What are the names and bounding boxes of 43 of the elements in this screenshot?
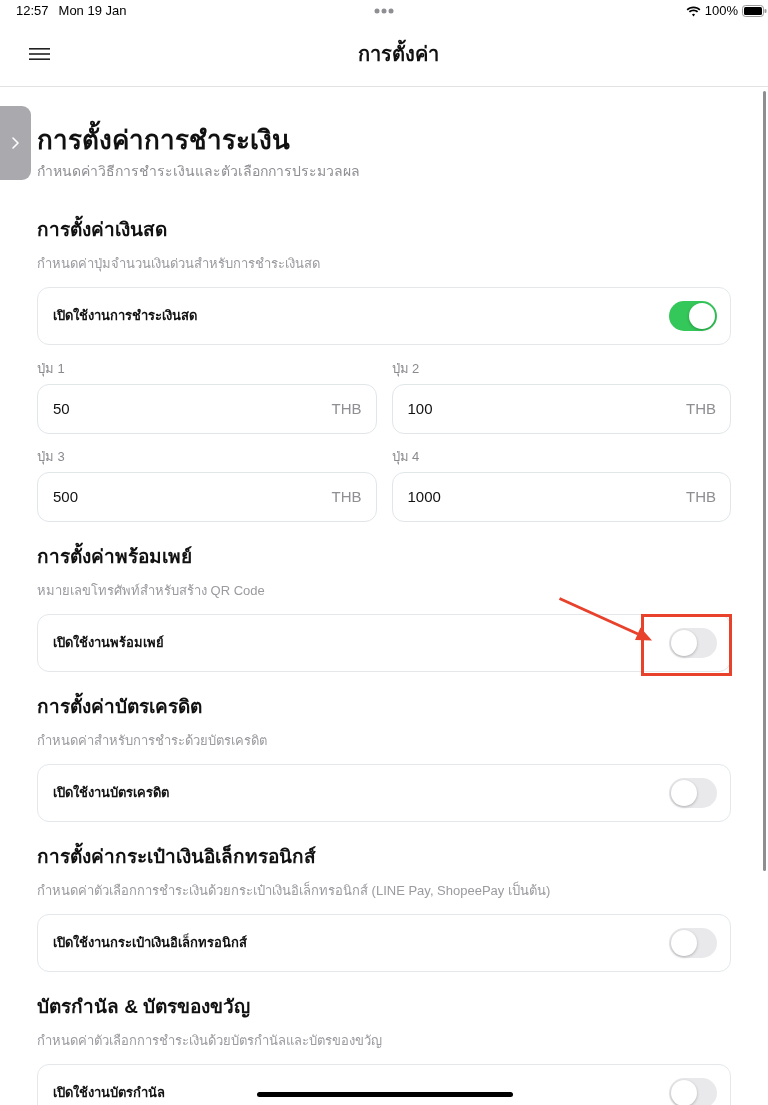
currency-unit: THB — [686, 399, 716, 419]
currency-unit: THB — [331, 399, 362, 419]
section-heading: บัตรกำนัล & บัตรของขวัญ — [37, 995, 252, 1020]
status-date: Mon 19 Jan — [58, 3, 127, 19]
toggle-label: เปิดใช้งานบัตรเครดิต — [53, 784, 169, 802]
chevron-right-icon — [12, 137, 19, 149]
toggle-label: เปิดใช้งานพร้อมเพย์ — [53, 634, 164, 652]
toggle-label: เปิดใช้งานบัตรกำนัล — [53, 1084, 165, 1102]
amount-input-field[interactable]: 500 THB — [37, 472, 377, 522]
toggle-label: เปิดใช้งานกระเป๋าเงินอิเล็กทรอนิกส์ — [53, 934, 247, 952]
section-heading: การตั้งค่าพร้อมเพย์ — [37, 544, 731, 570]
toggle-label: เปิดใช้งานการชำระเงินสด — [53, 307, 197, 325]
battery-percentage: 100% — [704, 3, 738, 19]
battery-icon — [742, 5, 767, 17]
toggle-switch[interactable] — [669, 928, 717, 958]
field-label: ปุ่ม 4 — [391, 448, 420, 466]
toggle-switch[interactable] — [669, 301, 717, 331]
toggle-switch[interactable] — [669, 778, 717, 808]
toggle-switch[interactable] — [669, 628, 717, 658]
section-heading: การตั้งค่าบัตรเครดิต — [37, 694, 731, 720]
field-label: ปุ่ม 1 — [37, 360, 65, 378]
field-label: ปุ่ม 2 — [391, 360, 420, 378]
toggle-switch[interactable] — [669, 1078, 717, 1105]
currency-unit: THB — [686, 487, 716, 507]
section-description: กำหนดค่าตัวเลือกการชำระเงินด้วยกระเป๋าเงินอิเล็กทรอนิกส์ (LINE Pay, ShopeePay เป็นต้น) — [37, 882, 552, 900]
menu-icon[interactable] — [29, 47, 50, 61]
amount-input-field[interactable]: 50 THB — [37, 384, 377, 434]
amount-input-field[interactable]: 100 THB — [391, 384, 731, 434]
section-description: กำหนดค่าตัวเลือกการชำระเงินด้วยบัตรกำนัลและบัตรของขวัญ — [37, 1032, 383, 1050]
wifi-icon — [685, 5, 701, 17]
page-subtitle: กำหนดค่าวิธีการชำระเงินและตัวเลือกการประมวลผล — [37, 162, 361, 181]
sidebar-toggle-button[interactable] — [0, 106, 31, 180]
section-heading: การตั้งค่ากระเป๋าเงินอิเล็กทรอนิกส์ — [37, 844, 731, 870]
nav-title: การตั้งค่า — [358, 40, 439, 68]
field-label: ปุ่ม 3 — [37, 448, 65, 466]
section-heading: การตั้งค่าเงินสด — [37, 217, 731, 243]
section-description: หมายเลขโทรศัพท์สำหรับสร้าง QR Code — [37, 582, 266, 600]
amount-input-field[interactable]: 1000 THB — [391, 472, 731, 522]
currency-unit: THB — [331, 487, 362, 507]
more-dots-icon[interactable] — [374, 8, 394, 14]
status-time: 12:57 — [16, 3, 49, 19]
section-description: กำหนดค่าสำหรับการชำระด้วยบัตรเครดิต — [37, 732, 268, 750]
section-description: กำหนดค่าปุ่มจำนวนเงินด่วนสำหรับการชำระเงินสด — [37, 255, 321, 273]
